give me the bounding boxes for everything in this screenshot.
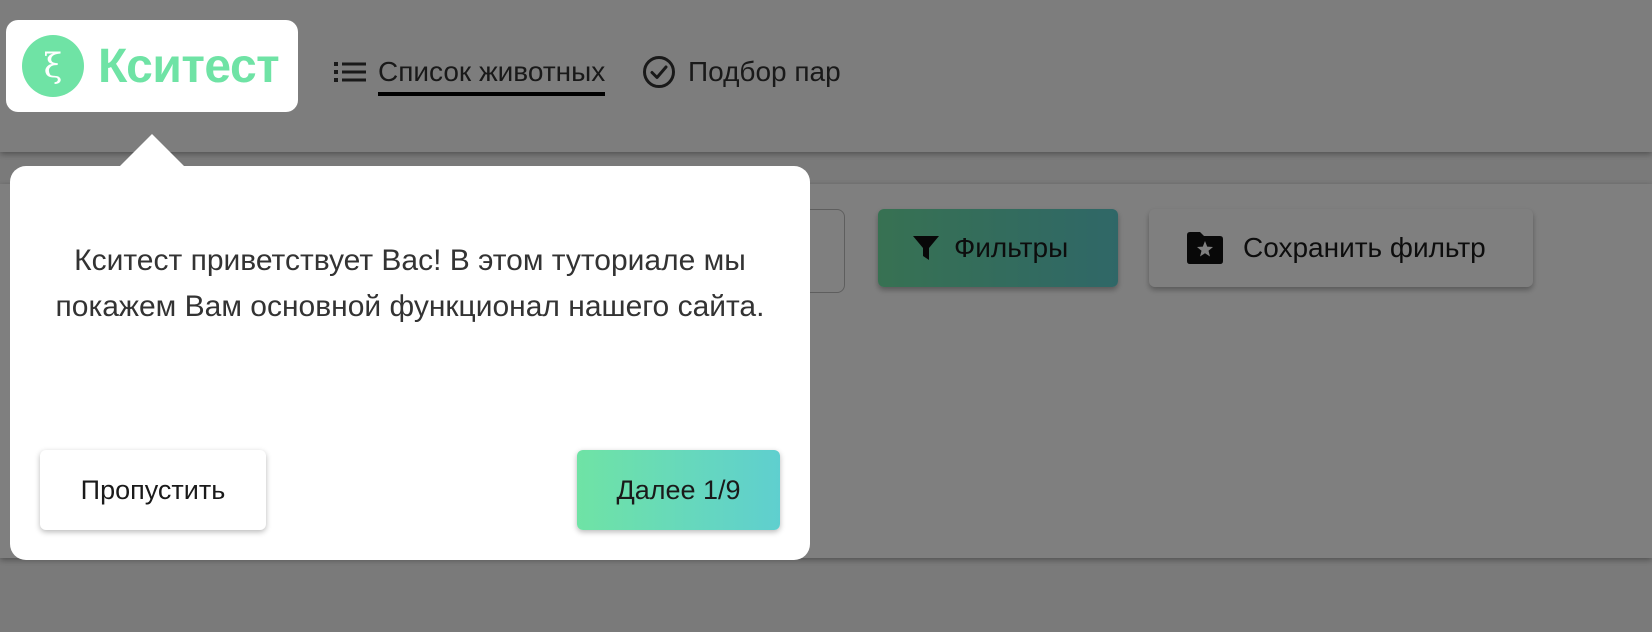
tutorial-popover: Кситест приветствует Вас! В этом туториа… — [10, 166, 810, 560]
popover-arrow — [120, 134, 184, 166]
logo-mark: ξ — [22, 35, 84, 97]
next-button[interactable]: Далее 1/9 — [577, 450, 780, 530]
skip-button[interactable]: Пропустить — [40, 450, 266, 530]
logo-text: Кситест — [98, 39, 280, 93]
logo[interactable]: ξ Кситест — [6, 20, 298, 112]
tutorial-message: Кситест приветствует Вас! В этом туториа… — [55, 244, 765, 323]
